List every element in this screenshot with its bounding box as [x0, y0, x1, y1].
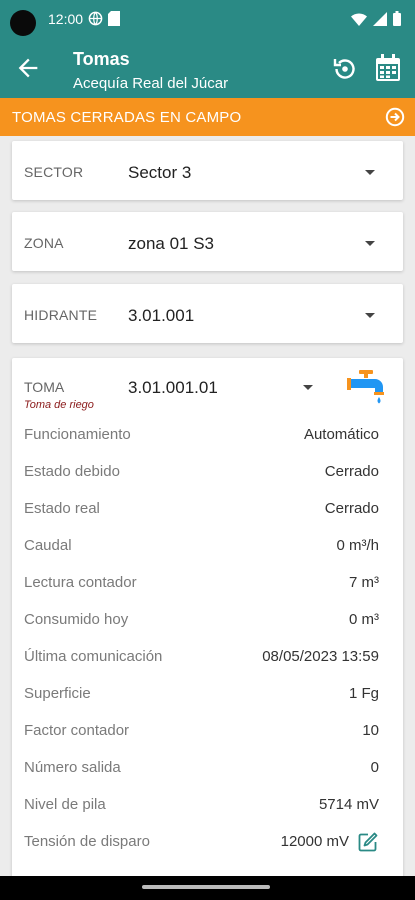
- detail-value: 10: [362, 722, 379, 739]
- zona-value[interactable]: zona 01 S3: [128, 234, 214, 254]
- arrow-left-icon[interactable]: [14, 54, 42, 82]
- sd-card-icon: [108, 11, 120, 26]
- detail-value: Cerrado: [324, 500, 379, 517]
- detail-value: Automático: [303, 426, 379, 443]
- status-left-icons: [88, 11, 120, 26]
- detail-value: 5714 mV: [318, 796, 379, 813]
- camera-cutout: [10, 10, 36, 36]
- page-title: Tomas: [73, 49, 130, 69]
- system-nav-bar: [0, 876, 415, 900]
- detail-row-tension-de-disparo: Tensión de disparo 12000 mV: [24, 831, 379, 853]
- detail-label: Última comunicación: [24, 648, 163, 665]
- detail-value: 0 m³/h: [336, 537, 379, 554]
- sector-selector[interactable]: SECTOR Sector 3: [12, 141, 403, 200]
- detail-row-superficie: Superficie 1 Fg: [24, 685, 379, 705]
- detail-value: 0 m³: [349, 611, 379, 628]
- hidrante-label: HIDRANTE: [24, 307, 98, 323]
- zona-selector[interactable]: ZONA zona 01 S3: [12, 212, 403, 271]
- detail-label: Factor contador: [24, 722, 130, 739]
- closed-taps-banner[interactable]: TOMAS CERRADAS EN CAMPO: [0, 98, 415, 136]
- toma-sublabel: Toma de riego: [24, 399, 94, 411]
- detail-row-nivel-de-pila: Nivel de pila 5714 mV: [24, 796, 379, 816]
- faucet-icon: [347, 370, 384, 404]
- toma-label: TOMA: [24, 379, 65, 395]
- detail-value: 0: [370, 759, 379, 776]
- edit-icon[interactable]: [357, 831, 379, 853]
- detail-row-estado-debido: Estado debido Cerrado: [24, 463, 379, 483]
- hidrante-value[interactable]: 3.01.001: [128, 306, 194, 326]
- page-subtitle: Acequía Real del Júcar: [73, 75, 229, 92]
- detail-label: Lectura contador: [24, 574, 137, 591]
- toma-card: TOMA Toma de riego 3.01.001.01 Funcionam…: [12, 358, 403, 880]
- detail-value: 7 m³: [349, 574, 379, 591]
- hidrante-selector[interactable]: HIDRANTE 3.01.001: [12, 284, 403, 343]
- banner-text: TOMAS CERRADAS EN CAMPO: [12, 109, 242, 126]
- arrow-right-circle-icon[interactable]: [385, 107, 405, 127]
- detail-row-caudal: Caudal 0 m³/h: [24, 537, 379, 557]
- detail-row-consumido-hoy: Consumido hoy 0 m³: [24, 611, 379, 631]
- status-time: 12:00: [48, 11, 84, 27]
- dropdown-arrow-icon[interactable]: [365, 241, 375, 246]
- detail-row-lectura-contador: Lectura contador 7 m³: [24, 574, 379, 594]
- detail-row-ultima-comunicacion: Última comunicación 08/05/2023 13:59: [24, 648, 379, 668]
- zona-label: ZONA: [24, 235, 64, 251]
- toma-value[interactable]: 3.01.001.01: [128, 378, 218, 398]
- signal-icon: [373, 11, 387, 26]
- dropdown-arrow-icon[interactable]: [303, 385, 313, 390]
- vpn-globe-icon: [88, 11, 103, 26]
- sector-value[interactable]: Sector 3: [128, 163, 191, 183]
- detail-label: Estado debido: [24, 463, 120, 480]
- app-bar: Tomas Acequía Real del Júcar: [0, 38, 415, 98]
- detail-label: Superficie: [24, 685, 91, 702]
- battery-icon: [393, 11, 401, 26]
- detail-row-estado-real: Estado real Cerrado: [24, 500, 379, 520]
- detail-label: Estado real: [24, 500, 100, 517]
- detail-label: Funcionamiento: [24, 426, 131, 443]
- detail-row-numero-salida: Número salida 0: [24, 759, 379, 779]
- detail-value: 12000 mV: [280, 833, 349, 850]
- detail-label: Número salida: [24, 759, 121, 776]
- detail-value: Cerrado: [324, 463, 379, 480]
- status-bar: 12:00: [0, 0, 415, 38]
- dropdown-arrow-icon[interactable]: [365, 170, 375, 175]
- status-right-icons: [351, 11, 401, 26]
- detail-row-funcionamiento: Funcionamiento Automático: [24, 426, 379, 446]
- sector-label: SECTOR: [24, 164, 84, 180]
- detail-value: 08/05/2023 13:59: [262, 648, 379, 665]
- detail-label: Consumido hoy: [24, 611, 129, 628]
- detail-label: Nivel de pila: [24, 796, 106, 813]
- detail-value: 1 Fg: [348, 685, 379, 702]
- calendar-icon[interactable]: [375, 54, 401, 82]
- wifi-icon: [351, 12, 367, 26]
- home-gesture-handle[interactable]: [142, 885, 270, 889]
- detail-row-factor-contador: Factor contador 10: [24, 722, 379, 742]
- history-icon[interactable]: [331, 55, 359, 83]
- detail-label: Tensión de disparo: [24, 833, 150, 850]
- dropdown-arrow-icon[interactable]: [365, 313, 375, 318]
- detail-label: Caudal: [24, 537, 72, 554]
